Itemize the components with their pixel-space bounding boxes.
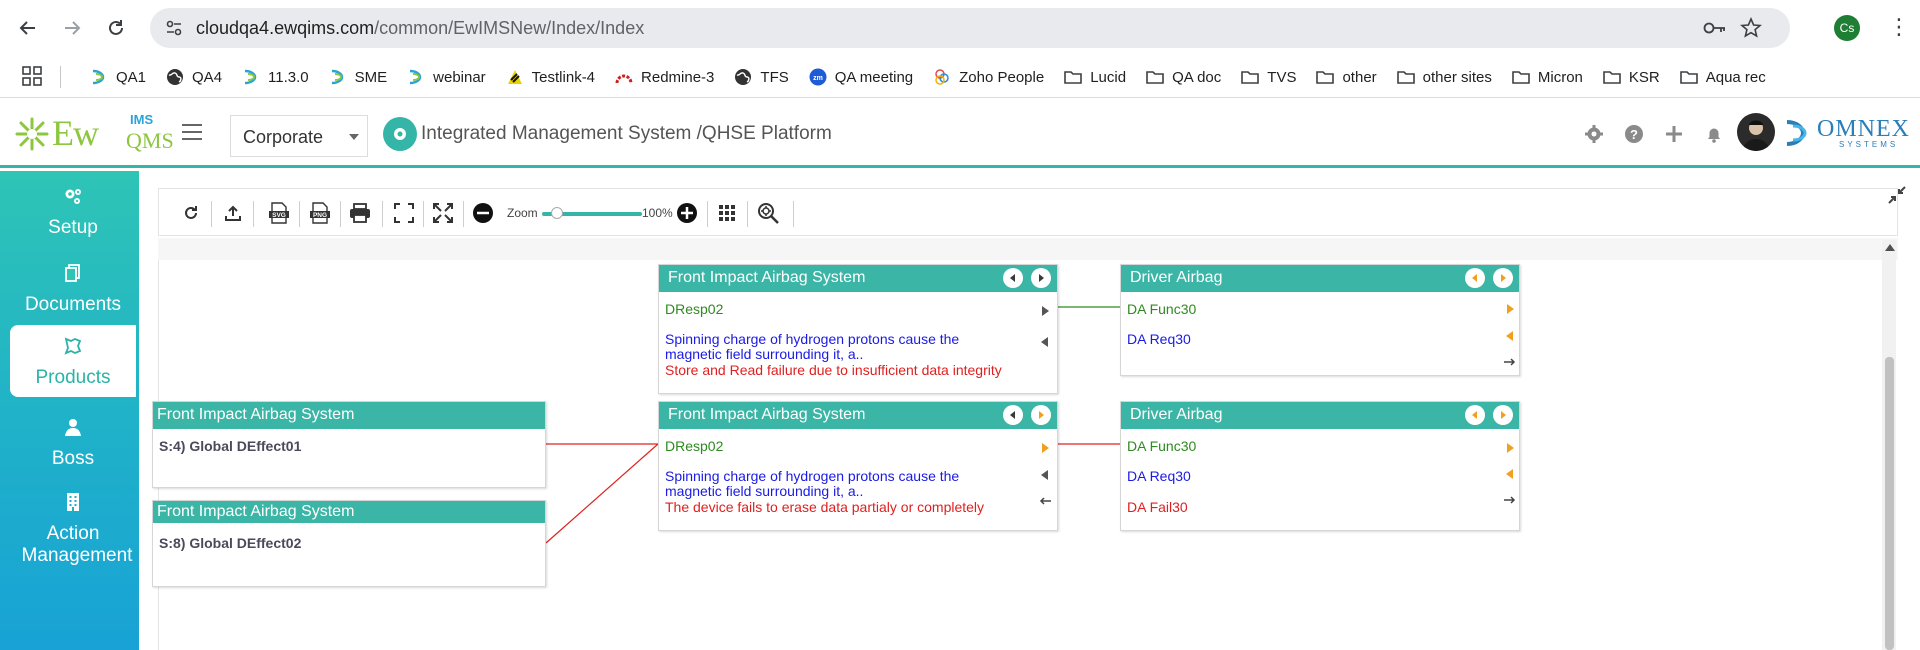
expand-left-icon[interactable] xyxy=(1039,336,1051,348)
requirement-label: DA Req30 xyxy=(1127,468,1191,484)
next-arrow-icon[interactable] xyxy=(1031,268,1051,288)
expand-left-icon[interactable] xyxy=(1039,469,1051,481)
function-label: DA Func30 xyxy=(1127,438,1197,454)
connector-line-red xyxy=(545,443,659,544)
node-card-driver-airbag-2[interactable]: Driver Airbag DA Func30 DA Req30 DA Fail… xyxy=(1120,401,1520,531)
effect-label: S:4) Global DEffect01 xyxy=(159,438,302,454)
description-line-2: magnetic field surrounding it, a.. xyxy=(665,346,864,362)
next-arrow-icon[interactable] xyxy=(1031,405,1051,425)
next-arrow-icon[interactable] xyxy=(1493,405,1513,425)
expand-left-icon[interactable] xyxy=(1504,468,1516,480)
card-header: Front Impact Airbag System xyxy=(153,501,545,523)
function-label: DA Func30 xyxy=(1127,301,1197,317)
next-arrow-icon[interactable] xyxy=(1493,268,1513,288)
card-header: Front Impact Airbag System xyxy=(153,402,545,429)
failure-label: The device fails to erase data partialy … xyxy=(665,499,985,515)
function-label: DResp02 xyxy=(665,438,724,454)
card-title: Driver Airbag xyxy=(1130,406,1223,423)
card-title: Front Impact Airbag System xyxy=(157,406,355,423)
expand-right-icon[interactable] xyxy=(1504,442,1516,454)
failure-label: Store and Read failure due to insufficie… xyxy=(665,362,1002,378)
expand-right-icon[interactable] xyxy=(1039,305,1051,317)
requirement-label: DA Req30 xyxy=(1127,331,1191,347)
node-card-effect-01[interactable]: Front Impact Airbag System S:4) Global D… xyxy=(152,401,546,488)
prev-arrow-icon[interactable] xyxy=(1465,268,1485,288)
card-header: Driver Airbag xyxy=(1121,402,1519,429)
description-line: Spinning charge of hydrogen protons caus… xyxy=(665,331,960,347)
expand-left-icon[interactable] xyxy=(1504,330,1516,342)
card-header: Front Impact Airbag System xyxy=(659,265,1057,292)
arrow-left-icon[interactable] xyxy=(1039,495,1051,507)
prev-arrow-icon[interactable] xyxy=(1465,405,1485,425)
function-label: DResp02 xyxy=(665,301,724,317)
expand-right-icon[interactable] xyxy=(1039,442,1051,454)
card-title: Front Impact Airbag System xyxy=(668,406,866,423)
arrow-right-icon[interactable] xyxy=(1504,356,1516,368)
card-header: Driver Airbag xyxy=(1121,265,1519,292)
card-header: Front Impact Airbag System xyxy=(659,402,1057,429)
card-title: Front Impact Airbag System xyxy=(668,269,866,286)
node-card-driver-airbag-1[interactable]: Driver Airbag DA Func30 DA Req30 xyxy=(1120,264,1520,376)
arrow-right-icon[interactable] xyxy=(1504,494,1516,506)
prev-arrow-icon[interactable] xyxy=(1003,405,1023,425)
node-card-effect-02[interactable]: Front Impact Airbag System S:8) Global D… xyxy=(152,500,546,587)
node-card-front-impact-1[interactable]: Front Impact Airbag System DResp02 Spinn… xyxy=(658,264,1058,394)
failure-label: DA Fail30 xyxy=(1127,499,1188,515)
card-title: Front Impact Airbag System xyxy=(157,503,355,520)
prev-arrow-icon[interactable] xyxy=(1003,268,1023,288)
card-title: Driver Airbag xyxy=(1130,269,1223,286)
effect-label: S:8) Global DEffect02 xyxy=(159,535,302,551)
description-line-2: magnetic field surrounding it, a.. xyxy=(665,483,864,499)
node-card-front-impact-2[interactable]: Front Impact Airbag System DResp02 Spinn… xyxy=(658,401,1058,531)
expand-right-icon[interactable] xyxy=(1504,303,1516,315)
description-line: Spinning charge of hydrogen protons caus… xyxy=(665,468,960,484)
